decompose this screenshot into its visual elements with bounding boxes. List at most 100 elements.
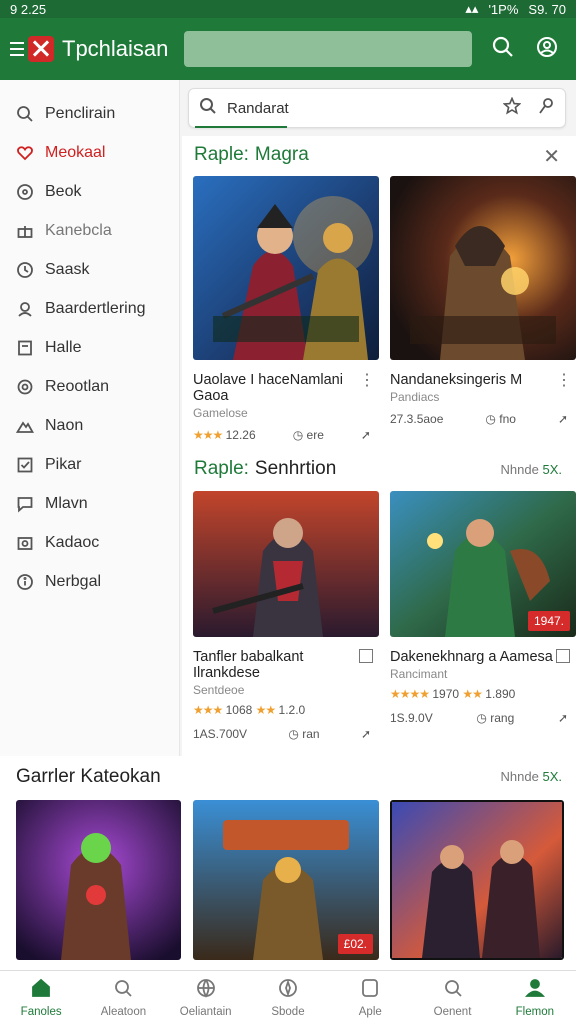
game-thumbnail[interactable] (193, 176, 379, 360)
star-icon[interactable] (502, 95, 522, 120)
see-more-label: Nhnde (500, 462, 539, 477)
game-thumbnail[interactable]: 1947. (390, 491, 576, 637)
search-icon (442, 977, 464, 1002)
signal-icon: ▴▴ (465, 1, 479, 16)
app-bar: Tpchlaisan (0, 18, 576, 80)
sidebar-item-label: Naon (45, 416, 84, 434)
sidebar-item[interactable]: Kanebcla (0, 211, 179, 250)
mic-icon[interactable] (537, 97, 555, 120)
sidebar-item-label: Kadaoc (45, 533, 100, 551)
game-title: Uaolave I haceNamlani Gaoa (193, 372, 343, 404)
star-rating-icon: ★★★ (193, 703, 223, 717)
top-search-field[interactable] (184, 31, 473, 67)
checkbox[interactable] (556, 649, 570, 663)
game-thumbnail[interactable] (390, 800, 564, 960)
checkbox[interactable] (359, 649, 373, 663)
game-card[interactable]: Tanfler babalkant Ilrankdese Sentdeoe ★★… (193, 491, 379, 741)
section-title: Magra (254, 144, 309, 165)
menu-icon[interactable] (10, 42, 24, 56)
chat-icon (16, 495, 34, 513)
section-prefix: Raple: (194, 144, 249, 165)
sidebar-item-label: Reootlan (45, 377, 110, 395)
game-meta: 1AS.700V ◷ ran ➚ (193, 727, 379, 741)
game-thumbnail[interactable]: £02. (193, 800, 379, 960)
star-rating-icon: ★★ (462, 687, 482, 701)
status-time: 9 2.25 (10, 1, 47, 17)
game-card[interactable]: 1947. Dakenekhnarg a Aamesa Rancimant ★★… (390, 491, 576, 725)
nav-item[interactable]: Aleatoon (82, 971, 164, 1024)
game-card[interactable]: Uaolave I haceNamlani Gaoa ⋮ Gamelose ★★… (193, 176, 379, 442)
game-card[interactable]: Nandaneksingeris M ⋮ Pandiacs 27.3.5aoe … (390, 176, 576, 426)
nav-item[interactable]: Oeliantain (165, 971, 247, 1024)
sidebar-item[interactable]: Penclirain (0, 94, 179, 133)
sidebar-item[interactable]: Kadaoc (0, 523, 179, 562)
nav-item[interactable]: Fanoles (0, 971, 82, 1024)
search-bar[interactable]: Randarat (188, 88, 566, 128)
thumbnail-badge: 1947. (527, 611, 570, 631)
game-publisher: Gamelose (193, 406, 248, 420)
search-input[interactable]: Randarat (227, 100, 503, 117)
nav-item-label: Fanoles (20, 1006, 62, 1018)
game-meta: 1S.9.0V ◷ rang ➚ (390, 711, 576, 725)
sidebar-item[interactable]: Baardertlering (0, 289, 179, 328)
book-icon (16, 339, 34, 357)
game-thumbnail[interactable] (16, 800, 181, 960)
share-icon[interactable]: ➚ (558, 711, 568, 725)
clock-icon: ◷ (476, 711, 487, 725)
more-icon[interactable]: ⋮ (359, 370, 375, 390)
sidebar-item[interactable]: Pikar (0, 445, 179, 484)
globe-icon (195, 977, 217, 1002)
game-meta: ★★★★ 1970 ★★ 1.890 (390, 687, 576, 701)
see-more-count: 5X. (542, 462, 562, 477)
search-icon (112, 977, 134, 1002)
sidebar-item[interactable]: Beok (0, 172, 179, 211)
sidebar-item[interactable]: Halle (0, 328, 179, 367)
section-header: Raple: Senhrtion (194, 458, 336, 480)
sidebar-item[interactable]: Meokaal (0, 133, 179, 172)
game-title: Tanfler babalkant Ilrankdese (193, 649, 304, 681)
game-thumbnail[interactable] (193, 491, 379, 637)
profile-icon[interactable] (536, 36, 558, 63)
tablet-icon (359, 977, 381, 1002)
game-extra: fno (499, 412, 516, 426)
search-icon (16, 105, 34, 123)
game-meta: 27.3.5aoe ◷ fno ➚ (390, 412, 576, 426)
star-rating-icon: ★★★ (193, 428, 223, 442)
search-icon[interactable] (492, 36, 514, 63)
sidebar-item[interactable]: Nerbgal (0, 562, 179, 601)
share-icon[interactable]: ➚ (558, 412, 568, 426)
sidebar-item[interactable]: Mlavn (0, 484, 179, 523)
share-icon[interactable]: ➚ (361, 428, 371, 442)
sidebar-item-label: Mlavn (45, 494, 88, 512)
see-more-label: Nhnde (500, 769, 539, 784)
sidebar-item-label: Penclirain (45, 104, 116, 122)
sidebar-item-label: Pikar (45, 455, 82, 473)
game-extra: ran (302, 727, 320, 741)
see-more-link[interactable]: Nhnde 5X. (501, 769, 562, 784)
nav-item[interactable]: Aple (329, 971, 411, 1024)
game-thumbnail[interactable] (390, 176, 576, 360)
share-icon[interactable]: ➚ (361, 727, 371, 741)
sidebar-item[interactable]: Reootlan (0, 367, 179, 406)
clock-icon: ◷ (485, 412, 496, 426)
home-icon (30, 977, 52, 1002)
nav-item[interactable]: Oenent (411, 971, 493, 1024)
close-icon[interactable]: ✕ (543, 144, 560, 169)
nav-item-label: Sbode (271, 1006, 305, 1018)
game-price: 1AS.700V (193, 727, 248, 741)
game-rating-secondary: 1.2.0 (278, 703, 306, 717)
sidebar-item-label: Kanebcla (45, 221, 112, 239)
nav-item[interactable]: Flemon (494, 971, 576, 1024)
more-icon[interactable]: ⋮ (556, 370, 572, 390)
app-logo (28, 36, 54, 62)
sidebar-item-label: Baardertlering (45, 299, 146, 317)
status-battery: '1P% (488, 1, 519, 17)
sidebar-item[interactable]: Saask (0, 250, 179, 289)
nav-item[interactable]: Sbode (247, 971, 329, 1024)
see-more-link[interactable]: Nhnde 5X. (501, 462, 562, 477)
clock-icon (16, 261, 34, 279)
location-icon (16, 183, 34, 201)
game-meta: ★★★ 1068 ★★ 1.2.0 (193, 703, 379, 717)
compass-icon (277, 977, 299, 1002)
sidebar-item[interactable]: Naon (0, 406, 179, 445)
